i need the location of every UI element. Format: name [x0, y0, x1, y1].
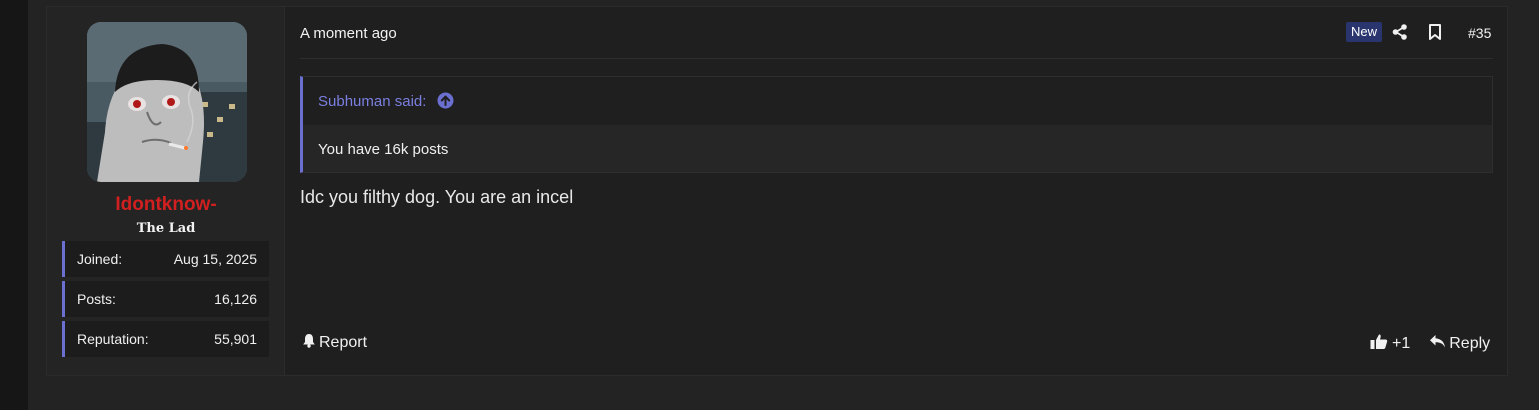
user-info-panel: Idontknow- The Lad Joined: Aug 15, 2025 …: [47, 7, 295, 375]
quote-header[interactable]: Subhuman said:: [303, 77, 1492, 125]
bell-icon: [302, 333, 316, 353]
user-stat-posts: Posts: 16,126: [62, 281, 269, 317]
stat-label: Reputation:: [77, 331, 149, 347]
user-title: The Lad: [136, 221, 196, 236]
reply-button[interactable]: Reply: [1429, 334, 1490, 354]
stat-label: Joined:: [77, 251, 123, 267]
like-count: +1: [1392, 335, 1411, 352]
reply-label: Reply: [1449, 335, 1491, 352]
quote-author[interactable]: Subhuman said:: [318, 93, 426, 110]
avatar-image: [87, 22, 247, 182]
stat-value: 16,126: [214, 291, 257, 307]
like-button[interactable]: +1: [1370, 333, 1410, 355]
post-header: A moment ago New #35: [300, 21, 1493, 59]
arrow-circle-up-icon[interactable]: [437, 92, 454, 113]
post-actions: +1 Reply: [1370, 333, 1490, 355]
post-date[interactable]: A moment ago: [300, 25, 397, 42]
username[interactable]: Idontknow-: [47, 194, 285, 216]
quote-text: You have 16k posts: [318, 141, 449, 158]
thumbs-up-icon: [1370, 333, 1388, 355]
bookmark-icon[interactable]: [1426, 23, 1444, 41]
thread-page: Idontknow- The Lad Joined: Aug 15, 2025 …: [28, 0, 1539, 410]
user-stat-reputation: Reputation: 55,901: [62, 321, 269, 357]
post-message: Idc you filthy dog. You are an incel: [300, 187, 574, 207]
reply-icon: [1429, 334, 1446, 354]
quote-block: Subhuman said: You have 16k posts: [300, 76, 1493, 173]
report-label: Report: [319, 334, 368, 351]
share-icon[interactable]: [1391, 23, 1409, 41]
post: Idontknow- The Lad Joined: Aug 15, 2025 …: [46, 6, 1508, 376]
left-gutter: [0, 0, 28, 410]
new-badge: New: [1346, 22, 1383, 42]
avatar[interactable]: [87, 22, 247, 182]
stat-value: 55,901: [214, 331, 257, 347]
post-main: A moment ago New #35 Subhuman said: You …: [285, 7, 1507, 375]
stat-label: Posts:: [77, 291, 116, 307]
report-button[interactable]: Report: [302, 333, 367, 353]
post-number[interactable]: #35: [1468, 25, 1491, 41]
stat-value: Aug 15, 2025: [173, 251, 257, 267]
user-stat-joined: Joined: Aug 15, 2025: [62, 241, 269, 277]
